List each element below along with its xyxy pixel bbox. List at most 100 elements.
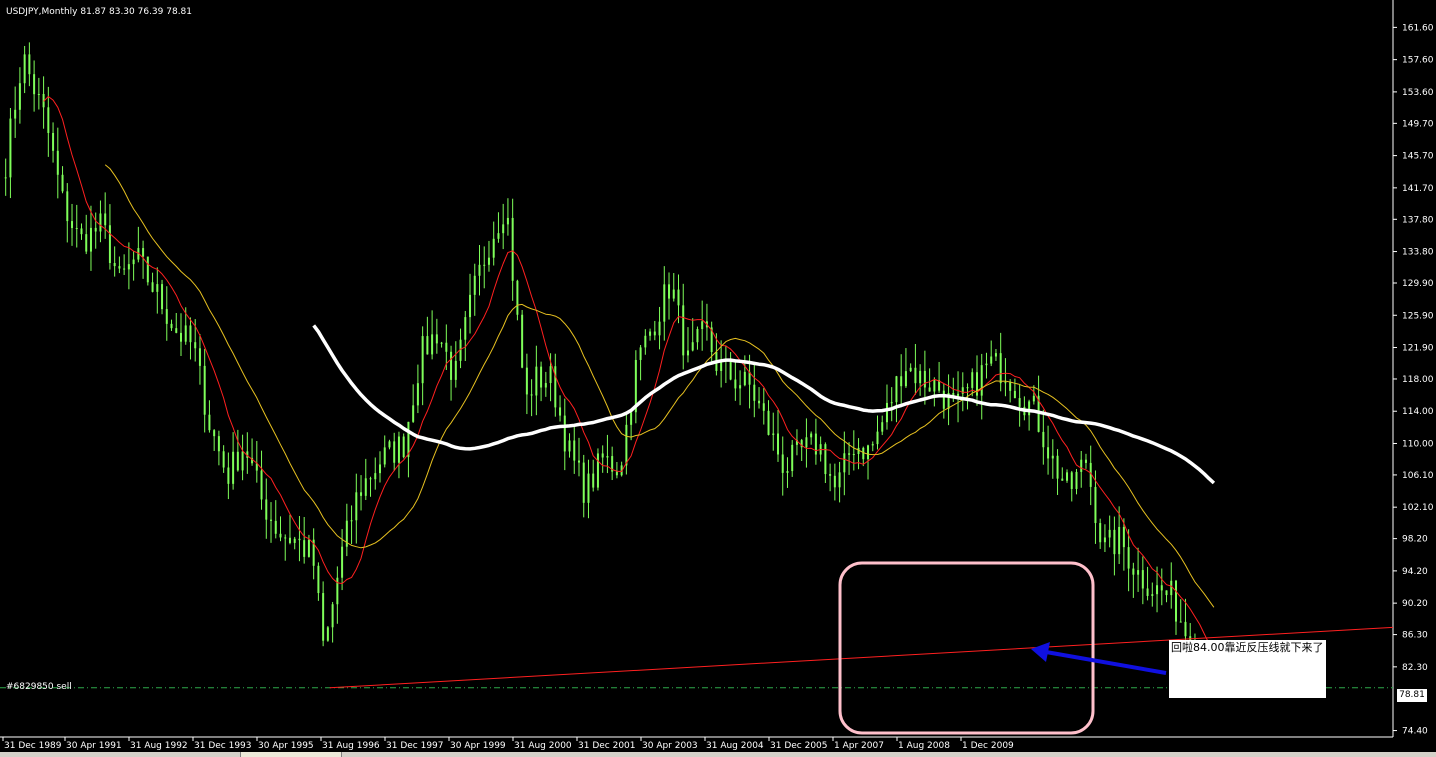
candle-body	[682, 305, 685, 356]
candle-body	[445, 342, 448, 352]
y-tick-label: 106.10	[1402, 471, 1434, 481]
candle-body	[644, 335, 647, 348]
candle-body	[767, 410, 770, 435]
candle-body	[563, 415, 566, 452]
annotation-note: 回啦84.00靠近反压线就下来了	[1169, 640, 1326, 698]
candle-body	[923, 370, 926, 388]
candle-body	[284, 537, 287, 539]
candle-body	[1179, 621, 1182, 623]
candle-body	[473, 275, 476, 295]
candle-body	[127, 264, 130, 270]
candle-body	[23, 54, 26, 84]
x-tick-label: 31 Dec 1989	[4, 741, 62, 751]
y-tick-label: 74.40	[1402, 727, 1428, 737]
candle-body	[814, 433, 817, 455]
candle-body	[753, 384, 756, 401]
candle-body	[270, 519, 273, 521]
candle-body	[549, 366, 552, 384]
candle-body	[1047, 447, 1050, 459]
candle-body	[966, 387, 969, 389]
x-tick-label: 31 Aug 2000	[514, 741, 572, 751]
candle-body	[672, 289, 675, 299]
x-tick-label: 1 Aug 2008	[898, 741, 950, 751]
candle-body	[146, 256, 149, 283]
y-tick-label: 121.90	[1402, 344, 1434, 354]
candle-body	[464, 317, 467, 340]
candle-body	[341, 546, 344, 578]
candle-body	[165, 309, 168, 324]
candle-body	[762, 403, 765, 411]
candle-body	[18, 83, 21, 110]
candle-body	[919, 370, 922, 384]
y-tick-label: 114.00	[1402, 407, 1434, 417]
candle-body	[530, 394, 533, 396]
candle-body	[194, 342, 197, 349]
candle-body	[1160, 585, 1163, 591]
candle-body	[431, 334, 434, 355]
candle-body	[791, 444, 794, 472]
candle-body	[483, 264, 486, 266]
candle-body	[450, 351, 453, 380]
candle-body	[506, 217, 509, 225]
candle-body	[1137, 570, 1140, 575]
candle-body	[151, 282, 154, 292]
y-tick-label: 90.20	[1402, 599, 1428, 609]
candle-body	[511, 217, 514, 281]
candle-body	[265, 499, 268, 520]
candle-body	[502, 224, 505, 234]
candle-body	[279, 533, 282, 538]
candle-body	[388, 441, 391, 448]
candle-body	[33, 74, 36, 95]
candle-body	[217, 436, 220, 452]
y-tick-label: 125.90	[1402, 311, 1434, 321]
candle-body	[1070, 472, 1073, 489]
candle-body	[805, 437, 808, 448]
candle-body	[161, 284, 164, 310]
candle-body	[1084, 459, 1087, 463]
candle-body	[1174, 580, 1177, 622]
candle-body	[1066, 472, 1069, 481]
candle-body	[1080, 459, 1083, 472]
candle-body	[322, 593, 325, 641]
candle-body	[232, 451, 235, 484]
candle-body	[170, 323, 173, 329]
candle-body	[1118, 526, 1121, 555]
y-tick-label: 86.30	[1402, 631, 1428, 641]
candle-body	[1075, 471, 1078, 489]
candle-body	[156, 284, 159, 292]
candle-body	[75, 228, 78, 230]
candle-body	[890, 402, 893, 404]
candle-body	[985, 363, 988, 366]
candle-body	[772, 433, 775, 435]
candle-body	[9, 118, 12, 178]
candle-body	[236, 451, 239, 471]
candle-body	[208, 414, 211, 431]
candle-body	[848, 453, 851, 455]
candle-body	[577, 460, 580, 463]
x-tick-label: 1 Apr 2007	[834, 741, 884, 751]
candle-body	[378, 464, 381, 474]
candle-body	[99, 213, 102, 232]
x-tick-label: 31 Aug 1996	[322, 741, 380, 751]
candle-body	[559, 407, 562, 416]
candle-body	[1103, 537, 1106, 543]
candle-body	[487, 257, 490, 265]
bottom-tab-strip	[0, 752, 1436, 757]
candle-body	[416, 383, 419, 406]
candle-body	[686, 350, 689, 356]
candle-body	[4, 177, 7, 179]
candle-body	[999, 353, 1002, 384]
candle-body	[942, 390, 945, 409]
candle-body	[573, 440, 576, 461]
chart-tab[interactable]	[240, 752, 342, 757]
candle-body	[274, 520, 277, 534]
candle-body	[478, 264, 481, 276]
candle-body	[630, 412, 633, 425]
candle-body	[66, 191, 69, 222]
candle-body	[582, 462, 585, 503]
candle-body	[293, 538, 296, 543]
candle-body	[1056, 455, 1059, 479]
candle-body	[1032, 395, 1035, 402]
candle-body	[867, 445, 870, 460]
candle-body	[61, 174, 64, 192]
